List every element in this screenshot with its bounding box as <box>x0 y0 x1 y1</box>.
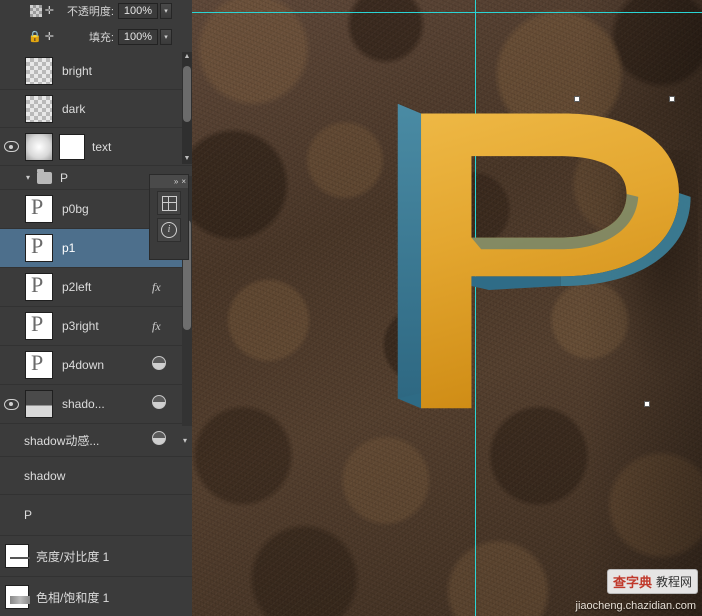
layer-name-bright: bright <box>56 64 192 78</box>
layer-thumbnail-hue-saturation <box>4 585 30 609</box>
layers-panel: ✛ 不透明度: 100% ▾ 🔒 ✛ 填充: 100% ▾ bright <box>0 0 192 616</box>
info-icon: i <box>161 222 177 238</box>
layer-effects-indicator-p4down[interactable] <box>152 356 178 374</box>
layer-name-hue-saturation: 色相/饱和度 1 <box>30 589 192 606</box>
watermark-badge: 查字典 教程网 <box>607 569 698 594</box>
layer-group-name-P: P <box>54 171 68 185</box>
layer-thumbnail-dark <box>22 95 56 123</box>
visibility-toggle-shadow-short[interactable] <box>0 399 22 410</box>
fill-dropdown-arrow[interactable]: ▾ <box>160 29 172 45</box>
opacity-input[interactable]: 100% <box>118 3 158 19</box>
photoshop-window: ✛ 不透明度: 100% ▾ 🔒 ✛ 填充: 100% ▾ bright <box>0 0 702 616</box>
layer-name-p1: p1 <box>56 241 152 255</box>
layer-row-hue-saturation[interactable]: 色相/饱和度 1 <box>0 577 192 616</box>
collapsed-panel-dock[interactable]: » × i <box>149 174 189 260</box>
watermark-url: jiaocheng.chazidian.com <box>576 600 696 612</box>
scroll-up-arrow[interactable]: ▲ <box>182 52 192 62</box>
layers-scrollbar[interactable]: ▲ ▼ <box>182 52 192 164</box>
transparency-checker-icon[interactable] <box>30 5 42 17</box>
layer-name-shadow-short: shado... <box>56 397 152 411</box>
lock-position-icon[interactable]: 🔒 <box>28 31 42 43</box>
layer-name-shadow-motion: shadow动感... <box>14 432 152 449</box>
layer-row-p4down[interactable]: p4down ▾ <box>0 346 192 385</box>
watermark-brand-red: 查字典 <box>613 572 652 591</box>
opacity-dropdown-arrow[interactable]: ▾ <box>160 3 172 19</box>
expand-panels-icon[interactable]: » <box>174 177 178 186</box>
layer-thumbnail-bright <box>22 57 56 85</box>
layer-effects-indicator-p3right[interactable]: fx <box>152 319 178 334</box>
layer-row-shadow-motion[interactable]: shadow动感... ▾ <box>0 424 192 457</box>
layer-thumbnail-text <box>22 133 56 161</box>
lock-all-icon[interactable]: ✛ <box>45 31 54 43</box>
layer-effects-indicator-p2left[interactable]: fx <box>152 280 178 295</box>
panel-titlebar: » × <box>150 175 188 188</box>
layer-name-P-collapsed: P <box>14 508 192 522</box>
layer-row-p2left[interactable]: p2left fx ▾ <box>0 268 192 307</box>
folder-icon-P <box>34 172 54 184</box>
layer-name-p2left: p2left <box>56 280 152 294</box>
scrollbar-thumb[interactable] <box>183 66 191 122</box>
layer-row-brightness-contrast[interactable]: 亮度/对比度 1 <box>0 536 192 577</box>
layers-list[interactable]: bright dark text ▾ P <box>0 52 192 616</box>
layer-thumbnail-p3right <box>22 312 56 340</box>
group-expand-arrow-P[interactable]: ▾ <box>22 173 34 182</box>
lock-controls-row1: ✛ <box>0 5 56 17</box>
layer-name-dark: dark <box>56 102 192 116</box>
visibility-toggle-text[interactable] <box>0 141 22 152</box>
letter-p-artwork[interactable] <box>382 96 702 416</box>
info-panel-button[interactable]: i <box>157 218 181 242</box>
brush-lock-icon[interactable]: ✛ <box>45 5 54 17</box>
layer-name-p0bg: p0bg <box>56 202 152 216</box>
layer-thumbnail-brightness-contrast <box>4 544 30 568</box>
effects-expand-arrow-shadow-motion[interactable]: ▾ <box>178 436 192 445</box>
layer-name-brightness-contrast: 亮度/对比度 1 <box>30 548 192 565</box>
layer-row-text[interactable]: text <box>0 128 192 166</box>
layer-thumbnail-p4down <box>22 351 56 379</box>
layer-link-indicator-shadow-motion[interactable] <box>152 431 178 449</box>
fill-label: 填充: <box>56 29 118 45</box>
layer-row-p3right[interactable]: p3right fx ▾ <box>0 307 192 346</box>
layer-thumbnail-p1 <box>22 234 56 262</box>
close-icon[interactable]: × <box>181 177 186 186</box>
layer-thumbnail-p2left <box>22 273 56 301</box>
layer-row-P-collapsed[interactable]: P <box>0 495 192 536</box>
scroll-down-arrow[interactable]: ▼ <box>182 154 192 164</box>
layer-name-p4down: p4down <box>56 358 152 372</box>
opacity-label: 不透明度: <box>56 3 118 19</box>
layer-mask-text[interactable] <box>56 134 86 160</box>
opacity-row: ✛ 不透明度: 100% ▾ <box>0 0 192 22</box>
watermark-brand-dark: 教程网 <box>656 573 692 590</box>
fill-row: 🔒 ✛ 填充: 100% ▾ <box>0 26 192 48</box>
layer-name-shadow: shadow <box>14 469 192 483</box>
document-canvas[interactable]: 查字典 教程网 jiaocheng.chazidian.com <box>192 0 702 616</box>
layer-row-bright[interactable]: bright <box>0 52 192 90</box>
horizontal-guide[interactable] <box>192 12 702 13</box>
histogram-icon <box>162 196 177 211</box>
lock-controls-row2: 🔒 ✛ <box>0 31 56 43</box>
layer-thumbnail-p0bg <box>22 195 56 223</box>
layer-thumbnail-shadow-short <box>22 390 56 418</box>
fill-input[interactable]: 100% <box>118 29 158 45</box>
layer-row-shadow-short[interactable]: shado... ▾ <box>0 385 192 424</box>
histogram-panel-button[interactable] <box>157 191 181 215</box>
layer-row-dark[interactable]: dark <box>0 90 192 128</box>
layer-link-indicator-shadow-short[interactable] <box>152 395 178 413</box>
layer-name-text: text <box>86 140 192 154</box>
layer-row-shadow[interactable]: shadow <box>0 457 192 495</box>
layer-name-p3right: p3right <box>56 319 152 333</box>
